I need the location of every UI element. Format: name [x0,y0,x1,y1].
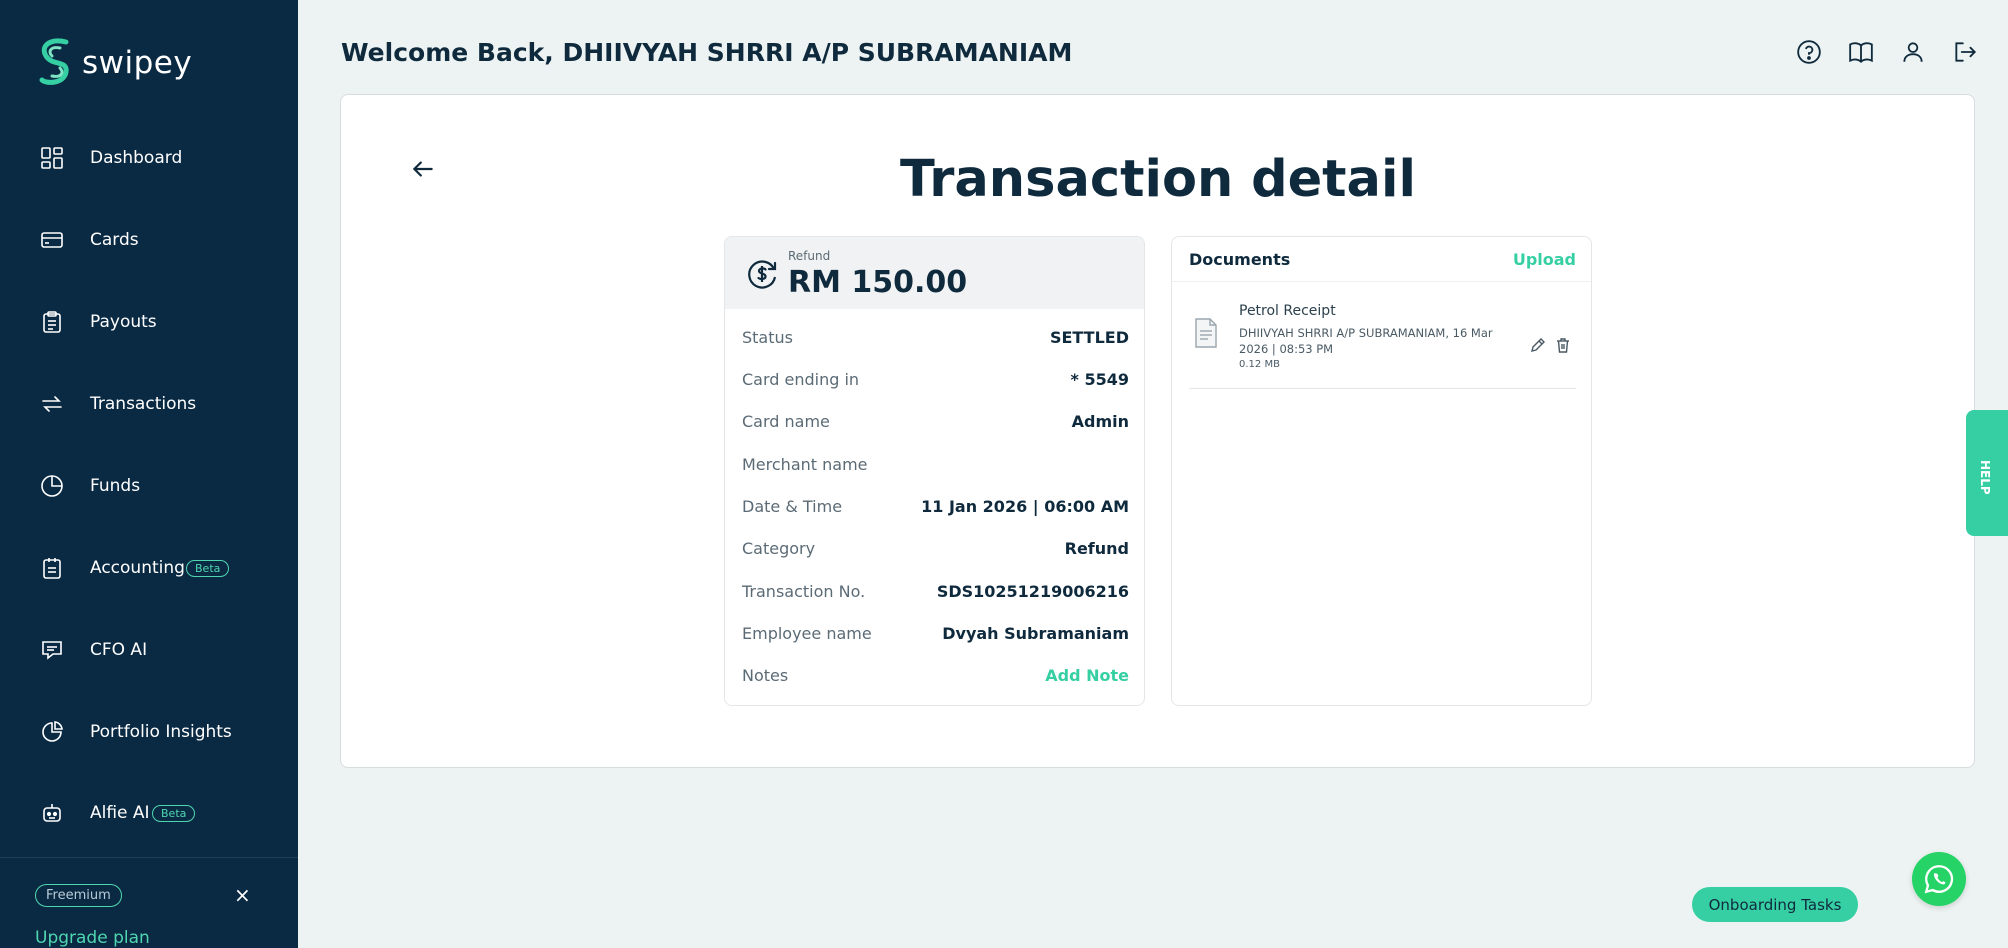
detail-key: Merchant name [742,455,868,474]
welcome-title: Welcome Back, DHIIVYAH SHRRI A/P SUBRAMA… [341,38,1073,67]
swipey-logo[interactable]: swipey [36,36,192,90]
robot-icon [38,799,66,827]
add-note-link[interactable]: Add Note [1045,666,1129,685]
status-value: SETTLED [1049,328,1129,347]
user-icon[interactable] [1899,38,1927,66]
sidebar-item-label: Payouts [90,312,157,332]
detail-key: Notes [742,666,789,685]
sidebar-item-accounting[interactable]: Accounting Beta [0,538,298,598]
page-title: Transaction detail [900,150,1416,209]
clipboard-icon [38,308,66,336]
plan-badge: Freemium [35,884,122,907]
whatsapp-icon [1924,865,1954,894]
documents-header: Documents Upload [1189,250,1576,269]
logout-icon[interactable] [1951,38,1979,66]
pencil-icon[interactable] [1530,337,1546,353]
sidebar-item-label: Transactions [90,394,197,414]
upload-button[interactable]: Upload [1513,250,1576,269]
document-meta: DHIIVYAH SHRRI A/P SUBRAMANIAM, 16 Mar 2… [1239,326,1493,356]
transaction-header: Refund RM 150.00 [725,237,1144,309]
receipt-file-icon [1195,318,1217,348]
detail-row-employee-name: Employee name Dvyah Subramaniam [742,624,1129,643]
card-ending-value: * 5549 [1070,370,1129,389]
header-actions [1795,38,1979,66]
close-icon[interactable]: × [234,883,251,907]
detail-row-card-name: Card name Admin [742,412,1129,431]
onboarding-tasks-button[interactable]: Onboarding Tasks [1692,887,1858,922]
detail-key: Status [742,328,793,347]
card-icon [38,226,66,254]
beta-badge: Beta [152,804,196,822]
detail-key: Card name [742,412,830,431]
date-time-value: 11 Jan 2026 | 06:00 AM [921,497,1129,516]
sidebar-item-cfo-ai[interactable]: CFO AI [0,620,298,680]
accounting-icon [38,554,66,582]
sidebar-item-label: CFO AI [90,640,148,660]
sidebar-item-label: Funds [90,476,141,496]
category-value: Refund [1064,539,1129,558]
sidebar-item-label: Accounting [90,558,185,578]
divider [1172,281,1591,282]
transaction-no-value: SDS10251219006216 [936,582,1129,601]
detail-row-card-ending: Card ending in * 5549 [742,370,1129,389]
detail-row-transaction-no: Transaction No. SDS10251219006216 [742,582,1129,601]
sidebar-item-cards[interactable]: Cards [0,210,298,270]
detail-row-date-time: Date & Time 11 Jan 2026 | 06:00 AM [742,497,1129,516]
detail-row-merchant-name: Merchant name [742,455,1129,474]
card-name-value: Admin [1071,412,1129,431]
documents-title: Documents [1189,250,1291,269]
documents-panel: Documents Upload Petrol Receipt DHIIVYAH… [1171,236,1592,706]
whatsapp-button[interactable] [1912,852,1966,906]
help-tab-label: HELP [1978,460,1992,495]
detail-key: Date & Time [742,497,843,516]
document-name: Petrol Receipt [1239,303,1336,319]
transaction-panel: Refund RM 150.00 Status SETTLED Card end… [724,236,1145,706]
beta-badge: Beta [186,559,230,577]
detail-key: Category [742,539,816,558]
employee-name-value: Dvyah Subramaniam [942,624,1129,643]
sidebar-item-label: Cards [90,230,139,250]
transfer-icon [38,390,66,418]
document-size: 0.12 MB [1239,359,1280,370]
sidebar-item-label: Portfolio Insights [90,722,232,742]
sidebar-item-funds[interactable]: Funds [0,456,298,516]
chat-icon [38,636,66,664]
detail-row-category: Category Refund [742,539,1129,558]
sidebar-item-portfolio-insights[interactable]: Portfolio Insights [0,702,298,762]
help-tab[interactable]: HELP [1966,410,2008,536]
sidebar-divider [0,857,298,858]
sidebar-item-payouts[interactable]: Payouts [0,292,298,352]
detail-key: Employee name [742,624,872,643]
pie-chart-icon [38,472,66,500]
sidebar-item-transactions[interactable]: Transactions [0,374,298,434]
book-icon[interactable] [1847,38,1875,66]
sidebar: swipey Dashboard Cards Payouts Transacti… [0,0,298,948]
upgrade-plan-link[interactable]: Upgrade plan [35,928,150,948]
refund-icon [748,260,777,289]
detail-key: Transaction No. [742,582,866,601]
detail-row-status: Status SETTLED [742,328,1129,347]
logo-text: swipey [82,45,193,81]
trash-icon[interactable] [1555,337,1571,353]
detail-key: Card ending in [742,370,860,389]
sidebar-item-alfie-ai[interactable]: Alfie AI Beta [0,783,298,843]
detail-row-notes: Notes Add Note [742,666,1129,685]
transaction-amount: RM 150.00 [788,265,968,300]
transaction-type-label: Refund [788,249,831,263]
help-icon[interactable] [1795,38,1823,66]
document-item[interactable]: Petrol Receipt DHIIVYAH SHRRI A/P SUBRAM… [1189,297,1576,389]
sidebar-item-label: Alfie AI [90,803,150,823]
portfolio-icon [38,718,66,746]
swipey-logo-icon [39,38,69,85]
